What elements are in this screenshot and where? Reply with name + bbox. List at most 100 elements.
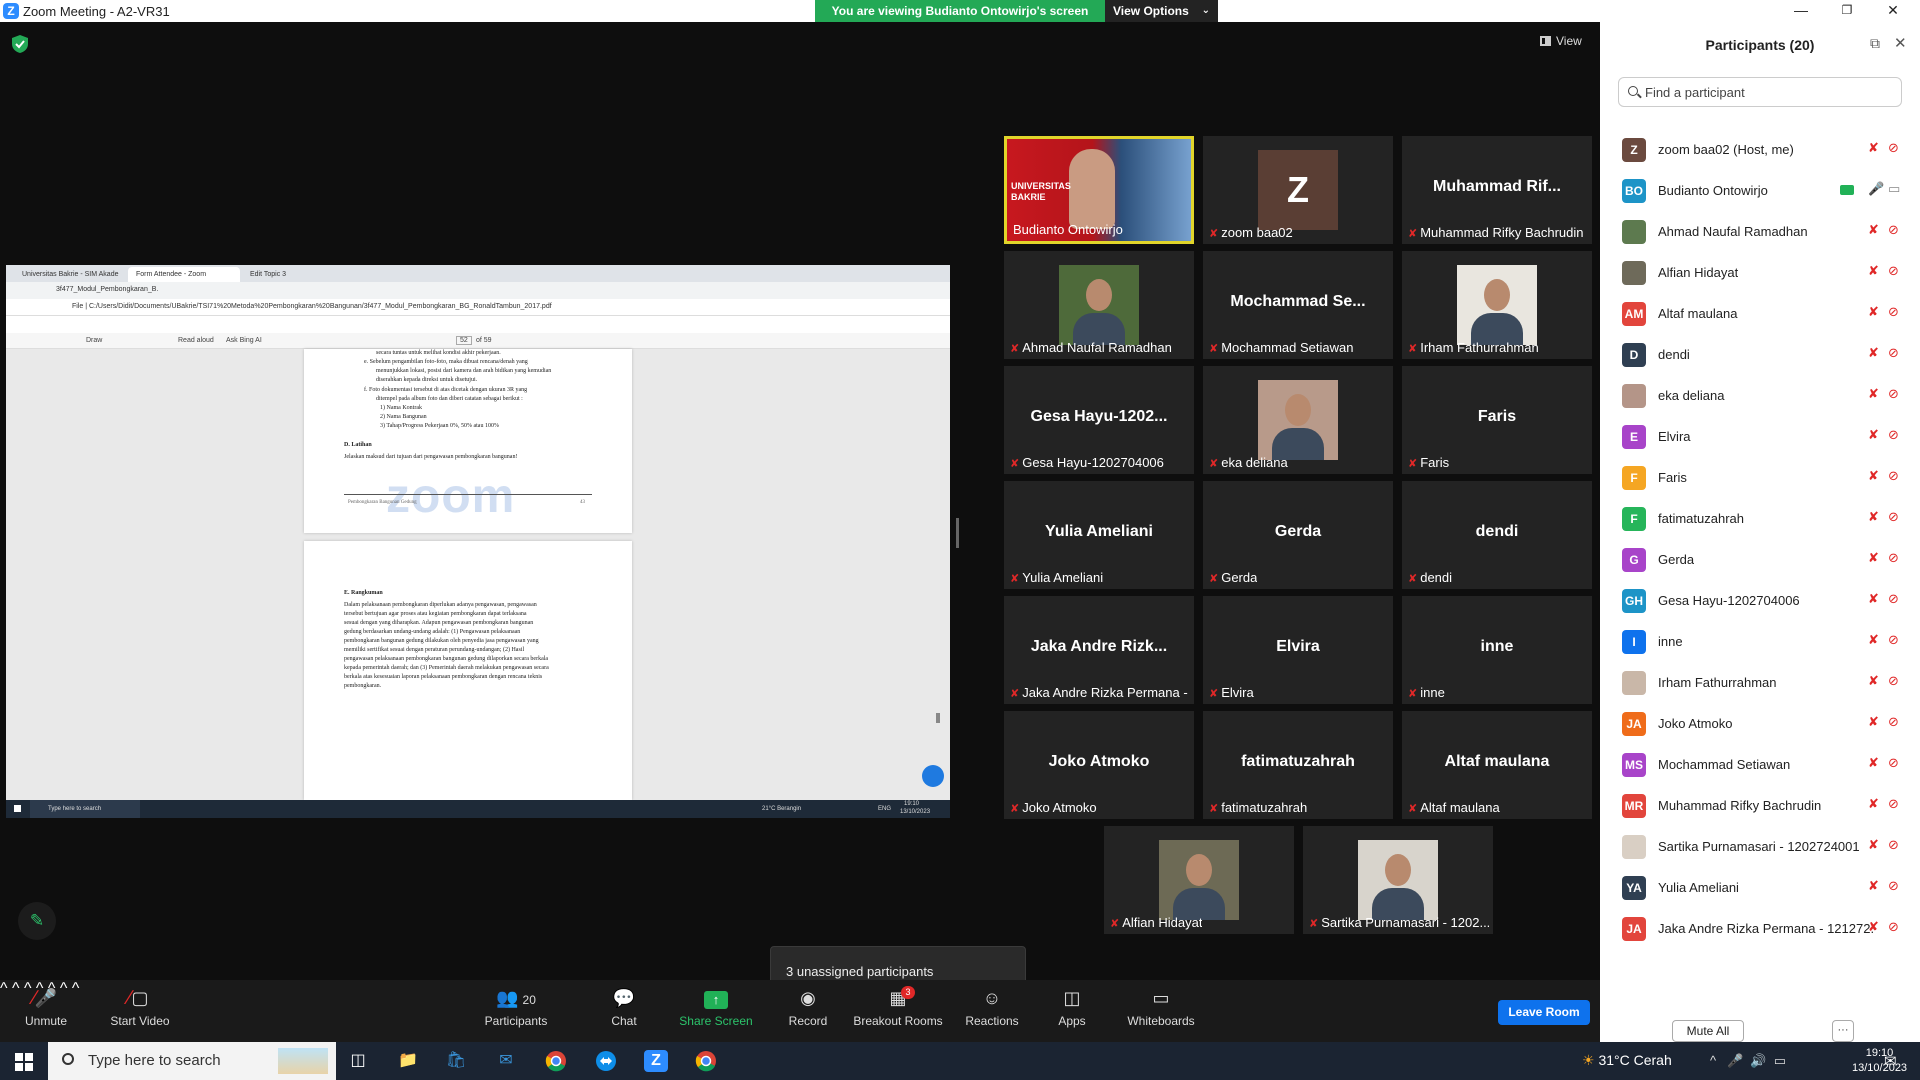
participant-row[interactable]: MS Mochammad Setiawan ✘ ⊘: [1600, 744, 1920, 785]
participant-row[interactable]: F Faris ✘ ⊘: [1600, 457, 1920, 498]
mic-muted-icon[interactable]: ✘: [1868, 755, 1879, 771]
participant-row[interactable]: Ahmad Naufal Ramadhan ✘ ⊘: [1600, 211, 1920, 252]
participant-row[interactable]: GH Gesa Hayu-1202704006 ✘ ⊘: [1600, 580, 1920, 621]
participant-row[interactable]: Zzoom baa02 (Host, me) ✘ ⊘: [1600, 129, 1920, 170]
video-tile[interactable]: fatimatuzahrah ✘ fatimatuzahrah: [1203, 711, 1393, 819]
apps-button[interactable]: ◫ Apps: [1052, 986, 1092, 1028]
pop-out-icon[interactable]: ⧉: [1870, 35, 1880, 52]
view-button[interactable]: View: [1540, 34, 1582, 48]
mic-muted-icon[interactable]: ✘: [1868, 509, 1879, 525]
video-off-icon[interactable]: ⊘: [1888, 919, 1899, 935]
video-icon[interactable]: ▭: [1888, 181, 1900, 197]
reactions-button[interactable]: ☺ Reactions: [964, 986, 1020, 1028]
video-off-icon[interactable]: ⊘: [1888, 878, 1899, 894]
view-options-button[interactable]: View Options ⌄: [1105, 0, 1218, 22]
breakout-rooms-button[interactable]: ▦ 3 Breakout Rooms: [852, 986, 944, 1028]
share-screen-button[interactable]: ↑ Share Screen: [678, 986, 754, 1028]
whiteboards-button[interactable]: ▭ Whiteboards: [1124, 986, 1198, 1028]
mic-muted-icon[interactable]: ✘: [1868, 919, 1879, 935]
windows-start-icon[interactable]: [15, 1053, 33, 1071]
mic-muted-icon[interactable]: ✘: [1868, 427, 1879, 443]
chrome-app-icon[interactable]: [694, 1050, 718, 1072]
participant-row[interactable]: G Gerda ✘ ⊘: [1600, 539, 1920, 580]
video-off-icon[interactable]: ⊘: [1888, 632, 1899, 648]
more-options-button[interactable]: ···: [1832, 1020, 1854, 1042]
video-tile[interactable]: ✘ Ahmad Naufal Ramadhan: [1004, 251, 1194, 359]
video-tile[interactable]: inne ✘ inne: [1402, 596, 1592, 704]
system-tray[interactable]: ^ 🎤 🔊 ▭: [1710, 1053, 1786, 1069]
participant-row[interactable]: Iinne ✘ ⊘: [1600, 621, 1920, 662]
annotate-pen-icon[interactable]: ✎: [18, 902, 56, 940]
weather-widget[interactable]: ☀ 31°C Cerah: [1582, 1052, 1672, 1069]
participant-row[interactable]: JA Joko Atmoko ✘ ⊘: [1600, 703, 1920, 744]
zoom-taskbar-icon[interactable]: Z: [644, 1050, 668, 1072]
video-tile[interactable]: Jaka Andre Rizk... ✘ Jaka Andre Rizka Perm…: [1004, 596, 1194, 704]
taskbar-clock[interactable]: 19:10 13/10/2023: [1852, 1046, 1907, 1076]
video-tile[interactable]: ✘ Alfian Hidayat: [1104, 826, 1294, 934]
participant-row[interactable]: Ffatimatuzahrah ✘ ⊘: [1600, 498, 1920, 539]
mic-muted-icon[interactable]: ✘: [1868, 591, 1879, 607]
video-tile[interactable]: Elvira ✘ Elvira: [1203, 596, 1393, 704]
video-off-icon[interactable]: ⊘: [1888, 345, 1899, 361]
unmute-button[interactable]: 🎤 ∕ Unmute: [18, 986, 74, 1028]
video-off-icon[interactable]: ⊘: [1888, 222, 1899, 238]
video-off-icon[interactable]: ⊘: [1888, 468, 1899, 484]
close-icon[interactable]: ✕: [1894, 34, 1907, 52]
participant-row[interactable]: E Elvira ✘ ⊘: [1600, 416, 1920, 457]
video-off-icon[interactable]: ⊘: [1888, 386, 1899, 402]
video-tile[interactable]: Altaf maulana ✘ Altaf maulana: [1402, 711, 1592, 819]
video-tile[interactable]: dendi ✘ dendi: [1402, 481, 1592, 589]
video-tile[interactable]: Joko Atmoko ✘ Joko Atmoko: [1004, 711, 1194, 819]
record-button[interactable]: ◉ Record: [784, 986, 832, 1028]
participant-row[interactable]: Alfian Hidayat ✘ ⊘: [1600, 252, 1920, 293]
video-tile[interactable]: Gerda ✘ Gerda: [1203, 481, 1393, 589]
splitter-handle[interactable]: [956, 518, 959, 548]
teamviewer-icon[interactable]: [594, 1050, 618, 1072]
start-video-button[interactable]: ▢ ∕ Start Video: [104, 986, 176, 1028]
store-icon[interactable]: 🛍: [444, 1050, 468, 1072]
notification-icon[interactable]: ✉: [1884, 1052, 1897, 1070]
mic-muted-icon[interactable]: ✘: [1868, 345, 1879, 361]
video-tile[interactable]: Mochammad Se... ✘ Mochammad Setiawan: [1203, 251, 1393, 359]
mic-muted-icon[interactable]: ✘: [1868, 140, 1879, 156]
video-off-icon[interactable]: ⊘: [1888, 673, 1899, 689]
participant-row[interactable]: Irham Fathurrahman ✘ ⊘: [1600, 662, 1920, 703]
chrome-icon[interactable]: [544, 1050, 568, 1072]
participant-row[interactable]: BO Budianto Ontowirjo 🎤 ▭: [1600, 170, 1920, 211]
leave-room-button[interactable]: Leave Room: [1498, 1000, 1590, 1025]
mic-muted-icon[interactable]: ✘: [1868, 796, 1879, 812]
participants-button[interactable]: 👥 20 Participants: [478, 986, 554, 1028]
video-off-icon[interactable]: ⊘: [1888, 591, 1899, 607]
participant-row[interactable]: Ddendi ✘ ⊘: [1600, 334, 1920, 375]
video-off-icon[interactable]: ⊘: [1888, 755, 1899, 771]
video-tile[interactable]: Muhammad Rif... ✘ Muhammad Rifky Bachrudin: [1402, 136, 1592, 244]
video-off-icon[interactable]: ⊘: [1888, 837, 1899, 853]
video-off-icon[interactable]: ⊘: [1888, 140, 1899, 156]
task-view-icon[interactable]: ◫: [346, 1050, 370, 1072]
video-tile[interactable]: Yulia Ameliani ✘ Yulia Ameliani: [1004, 481, 1194, 589]
mic-muted-icon[interactable]: ✘: [1868, 714, 1879, 730]
mail-icon[interactable]: ✉: [494, 1050, 518, 1072]
mic-muted-icon[interactable]: ✘: [1868, 550, 1879, 566]
file-explorer-icon[interactable]: 📁: [396, 1050, 420, 1072]
video-off-icon[interactable]: ⊘: [1888, 509, 1899, 525]
participant-row[interactable]: YA Yulia Ameliani ✘ ⊘: [1600, 867, 1920, 908]
mic-muted-icon[interactable]: ✘: [1868, 222, 1879, 238]
close-window-button[interactable]: ✕: [1870, 0, 1916, 22]
mic-muted-icon[interactable]: ✘: [1868, 632, 1879, 648]
mic-muted-icon[interactable]: ✘: [1868, 304, 1879, 320]
participant-row[interactable]: eka deliana ✘ ⊘: [1600, 375, 1920, 416]
mic-muted-icon[interactable]: ✘: [1868, 673, 1879, 689]
video-tile[interactable]: ✘ Sartika Purnamasari - 1202...: [1303, 826, 1493, 934]
mic-muted-icon[interactable]: ✘: [1868, 263, 1879, 279]
mic-icon[interactable]: 🎤: [1868, 181, 1884, 197]
video-off-icon[interactable]: ⊘: [1888, 304, 1899, 320]
video-off-icon[interactable]: ⊘: [1888, 796, 1899, 812]
video-off-icon[interactable]: ⊘: [1888, 427, 1899, 443]
mic-muted-icon[interactable]: ✘: [1868, 837, 1879, 853]
video-tile[interactable]: Faris ✘ Faris: [1402, 366, 1592, 474]
video-tile[interactable]: ✘ eka deliana: [1203, 366, 1393, 474]
participant-row[interactable]: JA Jaka Andre Rizka Permana - 121272... ✘ ⊘: [1600, 908, 1920, 949]
mic-muted-icon[interactable]: ✘: [1868, 468, 1879, 484]
mic-muted-icon[interactable]: ✘: [1868, 386, 1879, 402]
